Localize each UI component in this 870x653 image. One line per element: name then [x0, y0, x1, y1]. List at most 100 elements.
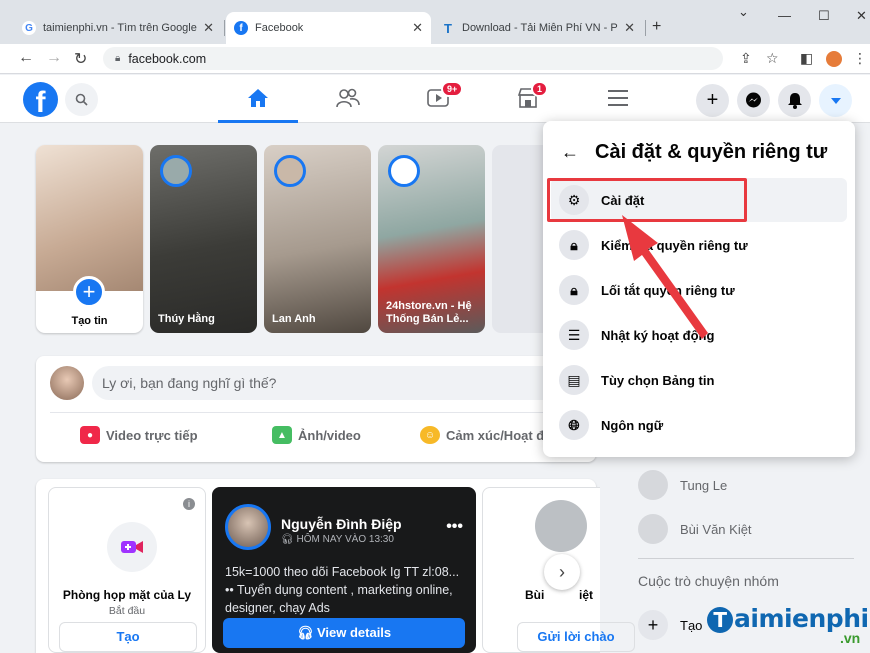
lock-icon: 🔒︎ — [115, 53, 121, 64]
close-window-button[interactable]: ✕ — [856, 8, 867, 24]
menu-title: Cài đặt & quyền riêng tư — [595, 141, 828, 163]
info-icon[interactable]: i — [183, 498, 195, 510]
contact-name: Tung Le — [680, 477, 728, 493]
avatar — [225, 504, 271, 550]
account-dropdown-icon[interactable] — [819, 84, 852, 117]
tab-facebook[interactable]: f Facebook ✕ — [226, 12, 431, 44]
photo-video-button[interactable]: ▲ Ảnh/video — [272, 426, 361, 444]
avatar — [535, 500, 587, 552]
url-text: facebook.com — [128, 51, 207, 66]
story-card[interactable]: Thúy Hằng — [150, 145, 257, 333]
tab-title: Download - Tải Miễn Phí VN - Ph — [462, 22, 619, 34]
tab-download[interactable]: T Download - Tải Miễn Phí VN - Ph ✕ — [433, 12, 643, 44]
messenger-icon[interactable] — [737, 84, 770, 117]
sidebar-panel-icon[interactable]: ◧ — [800, 50, 813, 67]
story-card[interactable]: Lan Anh — [264, 145, 371, 333]
avatar — [638, 514, 668, 544]
watermark-logo-icon: T — [707, 607, 733, 633]
home-active-indicator — [218, 120, 298, 123]
facebook-top-bar: f 9+ 1 + — [0, 75, 870, 123]
reload-icon[interactable]: ↻ — [74, 49, 87, 69]
friend-name: Bùi — [525, 588, 545, 602]
more-options-icon[interactable]: ••• — [446, 518, 463, 536]
friends-icon[interactable] — [323, 83, 373, 113]
post-text-line: 15k=1000 theo dõi Facebook Ig TT zl:08..… — [225, 565, 460, 579]
share-icon[interactable]: ⇪ — [740, 50, 752, 67]
tab-search-icon[interactable]: ⌄ — [738, 4, 749, 20]
live-video-button[interactable]: ● Video trực tiếp — [80, 426, 198, 444]
plus-icon[interactable]: + — [73, 276, 105, 308]
close-tab-icon[interactable]: ✕ — [203, 20, 214, 36]
facebook-favicon-icon: f — [234, 21, 248, 35]
browser-tab-strip: G taimienphi.vn - Tìm trên Google ✕ f Fa… — [0, 0, 870, 44]
smiley-icon: ☺ — [420, 426, 440, 444]
close-tab-icon[interactable]: ✕ — [624, 20, 635, 36]
create-plus-icon[interactable]: + — [696, 84, 729, 117]
story-name: 24hstore.vn - Hệ Thống Bán Lẻ... — [386, 300, 472, 325]
contact-name: Bùi Văn Kiệt — [680, 521, 752, 537]
sponsored-post-card[interactable]: Nguyễn Đình Điệp 🎧︎ HÔM NAY VÀO 13:30 ••… — [212, 487, 476, 653]
divider — [638, 558, 854, 559]
watch-notification-badge: 9+ — [441, 81, 464, 97]
video-camera-icon — [107, 522, 157, 572]
story-avatar — [388, 155, 420, 187]
feeling-button[interactable]: ☺ Cảm xúc/Hoạt đ — [420, 426, 544, 444]
tab-google-search[interactable]: G taimienphi.vn - Tìm trên Google ✕ — [14, 12, 222, 44]
taimienphi-watermark: Taimienphi — [707, 604, 869, 633]
list-icon: ☰ — [559, 320, 589, 350]
create-story-card[interactable]: + Tạo tin — [36, 145, 143, 333]
feed-icon: ▤ — [559, 365, 589, 395]
tab-separator — [645, 20, 646, 36]
stories-row: + Tạo tin Thúy Hằng Lan Anh 24hstore.vn … — [36, 145, 552, 333]
home-icon[interactable] — [233, 83, 283, 113]
menu-header: ← Cài đặt & quyền riêng tư — [561, 141, 827, 164]
menu-hamburger-icon[interactable] — [593, 83, 643, 113]
feed-preferences-menu-item[interactable]: ▤ Tùy chọn Bảng tin — [551, 358, 847, 402]
lock-icon: 🔒︎ — [559, 275, 589, 305]
tab-title: Facebook — [255, 22, 304, 34]
watch-icon[interactable]: 9+ — [413, 81, 464, 113]
profile-avatar-icon[interactable] — [826, 51, 842, 67]
language-menu-item[interactable]: 🌐︎ Ngôn ngữ — [551, 403, 847, 447]
close-tab-icon[interactable]: ✕ — [412, 20, 423, 36]
post-author-name: Nguyễn Đình Điệp — [281, 516, 402, 532]
divider — [50, 412, 582, 413]
live-video-icon: ● — [80, 426, 100, 444]
facebook-logo[interactable]: f — [23, 82, 58, 117]
create-room-button[interactable]: Tạo — [59, 622, 197, 652]
avatar — [638, 470, 668, 500]
notifications-bell-icon[interactable] — [778, 84, 811, 117]
photo-icon: ▲ — [272, 426, 292, 444]
back-arrow-icon[interactable]: ← — [561, 142, 579, 163]
create-story-label: Tạo tin — [71, 315, 108, 327]
tab-title: taimienphi.vn - Tìm trên Google — [43, 22, 197, 34]
minimize-button[interactable]: — — [778, 8, 791, 23]
back-arrow-icon[interactable]: ← — [18, 49, 34, 67]
story-avatar — [160, 155, 192, 187]
marketplace-icon[interactable]: 1 — [503, 81, 553, 113]
contact-item[interactable]: Bùi Văn Kiệt — [638, 514, 752, 544]
bookmark-star-icon[interactable]: ☆ — [766, 50, 779, 67]
post-composer: Ly ơi, bạn đang nghĩ gì thế? ● Video trự… — [36, 356, 596, 462]
tab-separator — [224, 20, 225, 36]
menu-item-label: Ngôn ngữ — [601, 417, 664, 433]
live-video-label: Video trực tiếp — [106, 427, 198, 443]
post-text-line: designer, chạy Ads — [225, 601, 330, 615]
post-input[interactable]: Ly ơi, bạn đang nghĩ gì thế? — [92, 366, 588, 400]
chrome-menu-icon[interactable]: ⋮ — [853, 50, 867, 67]
avatar[interactable] — [50, 366, 84, 400]
post-text-line: •• Tuyển dụng content , marketing online… — [225, 583, 453, 597]
new-tab-button[interactable]: + — [652, 18, 661, 36]
view-details-button[interactable]: 🎧︎ View details — [223, 618, 465, 648]
search-icon[interactable] — [65, 83, 98, 116]
chevron-right-icon[interactable]: › — [544, 554, 580, 590]
menu-item-label: Tùy chọn Bảng tin — [601, 372, 715, 388]
say-hi-button[interactable]: Gửi lời chào — [517, 622, 635, 652]
story-card[interactable]: 24hstore.vn - Hệ Thống Bán Lẻ... — [378, 145, 485, 333]
create-group-button[interactable]: + Tạo — [638, 610, 702, 640]
forward-arrow-icon[interactable]: → — [46, 49, 62, 67]
post-time: 🎧︎ HÔM NAY VÀO 13:30 — [281, 534, 394, 545]
contact-item[interactable]: Tung Le — [638, 470, 727, 500]
url-bar[interactable]: 🔒︎ facebook.com — [103, 47, 723, 70]
maximize-button[interactable]: ☐ — [818, 8, 830, 24]
